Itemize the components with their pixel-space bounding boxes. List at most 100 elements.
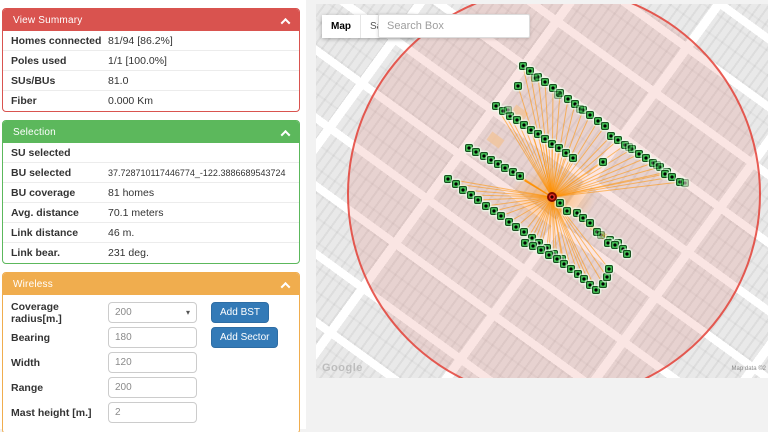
row-value: 46 m.: [108, 227, 134, 239]
house-marker[interactable]: [497, 212, 505, 220]
house-marker[interactable]: [586, 219, 594, 227]
house-marker[interactable]: [569, 154, 577, 162]
chevron-up-icon: [281, 282, 291, 292]
house-marker[interactable]: [516, 172, 524, 180]
house-marker[interactable]: [474, 196, 482, 204]
house-marker[interactable]: [576, 105, 584, 113]
width-input[interactable]: [108, 352, 197, 373]
house-marker[interactable]: [514, 82, 522, 90]
width-input[interactable]: [115, 357, 190, 368]
house-marker[interactable]: [554, 91, 562, 99]
house-marker[interactable]: [459, 186, 467, 194]
house-marker[interactable]: [603, 273, 611, 281]
selection-header[interactable]: Selection: [3, 121, 299, 143]
wireless-panel: Wireless Coverage radius[m.]200▾ Add BST B…: [2, 272, 300, 432]
house-marker[interactable]: [545, 251, 553, 259]
row-value: 37.728710117446774_-122.3886689543724: [108, 168, 286, 178]
select-caret-icon: ▾: [186, 308, 190, 317]
field-label: Range: [11, 382, 108, 394]
coverage-circle: [347, 4, 761, 378]
wireless-header[interactable]: Wireless: [3, 273, 299, 295]
selection-row: Link bear.231 deg.: [3, 243, 299, 263]
row-value: 81 homes: [108, 187, 154, 199]
mast-height-input[interactable]: [115, 407, 190, 418]
range-input[interactable]: [108, 377, 197, 398]
chevron-up-icon: [281, 130, 291, 140]
house-marker[interactable]: [653, 161, 661, 169]
wireless-fields: Coverage radius[m.]200▾ Add BST Bearing Add…: [3, 295, 299, 432]
summary-row: SUs/BUs81.0: [3, 71, 299, 91]
add-sector-button[interactable]: Add Sector: [211, 327, 278, 348]
house-marker[interactable]: [512, 223, 520, 231]
summary-row: Fiber0.000 Km: [3, 91, 299, 111]
coverage-radius-select[interactable]: 200▾: [108, 302, 197, 323]
bearing-input[interactable]: [108, 327, 197, 348]
field-label: Width: [11, 357, 108, 369]
field-label: Coverage radius[m.]: [11, 301, 108, 325]
house-marker[interactable]: [531, 74, 539, 82]
house-marker[interactable]: [605, 265, 613, 273]
field-label: Bearing: [11, 332, 108, 344]
field-row: Range: [11, 377, 291, 398]
map-attribution: Map data ©2: [732, 366, 766, 372]
row-label: Avg. distance: [11, 207, 108, 219]
field-label: Mast height [m.]: [11, 407, 108, 419]
house-marker[interactable]: [599, 280, 607, 288]
house-marker[interactable]: [521, 239, 529, 247]
view-summary-panel: View Summary Homes connected81/94 [86.2%…: [2, 8, 300, 112]
bearing-input[interactable]: [115, 332, 190, 343]
row-value: 0.000 Km: [108, 95, 153, 107]
selection-row: BU coverage81 homes: [3, 183, 299, 203]
house-marker[interactable]: [520, 228, 528, 236]
selection-rows: SU selected BU selected37.728710117446774…: [3, 143, 299, 263]
search-input[interactable]: [378, 14, 530, 38]
house-marker[interactable]: [529, 242, 537, 250]
house-marker[interactable]: [541, 78, 549, 86]
row-value: 81/94 [86.2%]: [108, 35, 173, 47]
house-marker[interactable]: [556, 199, 564, 207]
row-value: 1/1 [100.0%]: [108, 55, 167, 67]
house-marker[interactable]: [597, 231, 605, 239]
panel-title: Selection: [13, 127, 56, 138]
google-logo[interactable]: Google: [322, 362, 363, 374]
row-label: BU coverage: [11, 187, 108, 199]
row-value: 231 deg.: [108, 247, 149, 259]
mast-height-input[interactable]: [108, 402, 197, 423]
selection-row: SU selected: [3, 143, 299, 163]
bu-marker[interactable]: [547, 192, 557, 202]
house-marker[interactable]: [504, 106, 512, 114]
row-label: Poles used: [11, 55, 108, 67]
house-marker[interactable]: [482, 202, 490, 210]
house-marker[interactable]: [668, 173, 676, 181]
row-label: Link distance: [11, 227, 108, 239]
house-marker[interactable]: [599, 158, 607, 166]
row-value: 70.1 meters: [108, 207, 163, 219]
field-row: Bearing Add Sector: [11, 327, 291, 348]
selection-row: BU selected37.728710117446774_-122.38866…: [3, 163, 299, 183]
view-summary-header[interactable]: View Summary: [3, 9, 299, 31]
chevron-up-icon: [281, 18, 291, 28]
house-marker[interactable]: [501, 164, 509, 172]
house-marker[interactable]: [472, 148, 480, 156]
add-bst-button[interactable]: Add BST: [211, 302, 269, 323]
house-marker[interactable]: [563, 207, 571, 215]
row-label: Link bear.: [11, 247, 108, 259]
house-marker[interactable]: [623, 250, 631, 258]
house-marker[interactable]: [537, 246, 545, 254]
row-label: SU selected: [11, 147, 108, 159]
house-marker[interactable]: [444, 175, 452, 183]
sidebar: View Summary Homes connected81/94 [86.2%…: [2, 8, 300, 432]
house-marker[interactable]: [625, 143, 633, 151]
house-marker[interactable]: [601, 122, 609, 130]
house-marker[interactable]: [681, 179, 689, 187]
summary-row: Homes connected81/94 [86.2%]: [3, 31, 299, 51]
range-input[interactable]: [115, 382, 190, 393]
map-type-button[interactable]: Map: [322, 15, 360, 38]
field-row: Coverage radius[m.]200▾ Add BST: [11, 302, 291, 323]
house-marker[interactable]: [611, 241, 619, 249]
panel-title: Wireless: [13, 279, 53, 290]
map-canvas[interactable]: Map Satellite Google Map data ©2: [316, 4, 768, 378]
house-marker[interactable]: [586, 111, 594, 119]
selection-row: Link distance46 m.: [3, 223, 299, 243]
summary-row: Poles used1/1 [100.0%]: [3, 51, 299, 71]
